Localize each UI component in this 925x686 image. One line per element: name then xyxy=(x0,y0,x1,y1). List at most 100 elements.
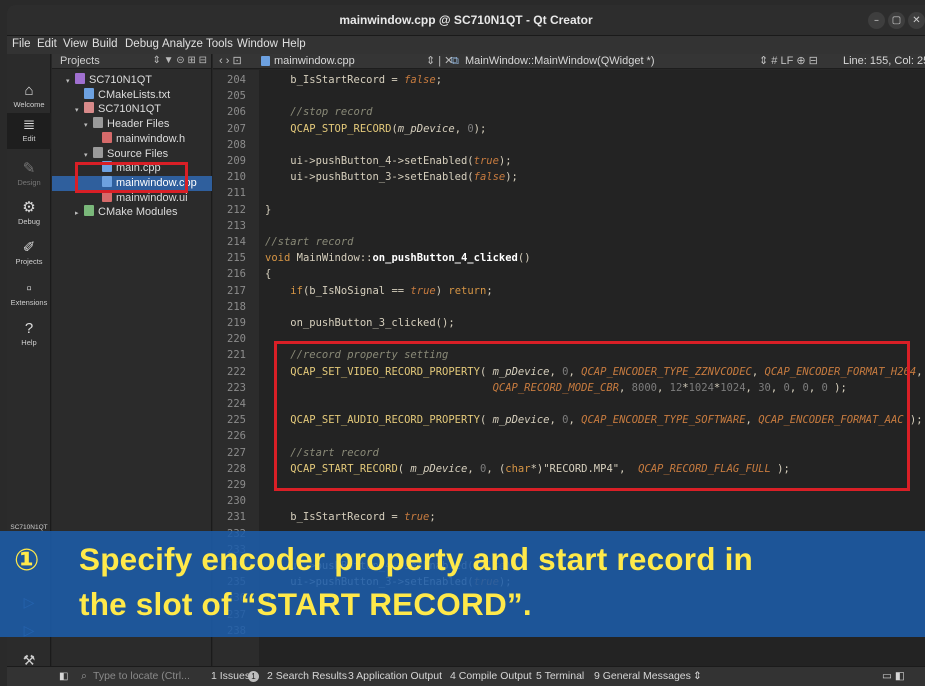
help-icon: ? xyxy=(24,320,34,337)
editor-toolbar: ‹ › ⊡ mainwindow.cpp ⇕ | ✕ ⧉ MainWindow:… xyxy=(213,54,925,69)
projects-panel-tools-icon[interactable]: ⇕ ▼ ⊝ ⊞ ⊟ xyxy=(152,54,207,68)
instruction-banner: ① Specify encoder property and start rec… xyxy=(0,531,925,637)
projects-panel-title[interactable]: Projects xyxy=(60,55,100,67)
maximize-button[interactable]: ▢ xyxy=(888,12,905,29)
file-type-icon xyxy=(75,73,85,84)
file-type-icon xyxy=(93,146,103,158)
search-icon: ⌕ xyxy=(81,670,87,682)
tree-item[interactable]: CMakeLists.txt xyxy=(52,87,212,103)
tree-item[interactable]: ▾ SC710N1QT xyxy=(52,102,212,117)
mode-welcome-label: Welcome xyxy=(13,100,45,109)
line-number: 214 xyxy=(227,236,246,248)
instruction-line-1: Specify encoder property and start recor… xyxy=(79,541,753,577)
line-number: 225 xyxy=(227,414,246,427)
symbol-icon: ⧉ xyxy=(451,55,459,67)
file-close-controls[interactable]: ⇕ | ✕ xyxy=(426,54,453,68)
code-line[interactable]: //start record xyxy=(265,236,354,248)
toggle-sidebar-icon[interactable]: ◧ xyxy=(59,667,68,686)
line-number: 226 xyxy=(227,430,246,443)
mode-help[interactable]: ? Help xyxy=(7,320,51,347)
tree-item[interactable]: mainwindow.h xyxy=(52,131,212,147)
tree-item-label: CMake Modules xyxy=(98,206,178,219)
general-messages-tab[interactable]: 9 General Messages xyxy=(594,667,691,686)
code-line[interactable]: { xyxy=(265,268,271,280)
tree-item-label: Header Files xyxy=(107,118,170,131)
mode-debug[interactable]: ⚙ Debug xyxy=(7,199,51,226)
search-results-tab[interactable]: 2 Search Results xyxy=(267,667,347,686)
code-line[interactable]: b_IsStartRecord = false; xyxy=(265,74,442,86)
code-line[interactable]: //stop record xyxy=(265,106,372,118)
kit-selector-label[interactable]: SC710N1QT xyxy=(7,524,51,531)
compile-output-tab[interactable]: 4 Compile Output xyxy=(450,667,532,686)
expand-arrow-icon[interactable]: ▸ xyxy=(75,206,84,221)
home-icon: ⌂ xyxy=(24,82,34,99)
menu-debug[interactable]: Debug xyxy=(125,38,159,50)
mode-edit-label: Edit xyxy=(22,134,36,143)
file-type-icon xyxy=(102,131,112,143)
menu-help[interactable]: Help xyxy=(282,38,306,50)
mode-edit[interactable]: ≣ Edit xyxy=(7,113,51,149)
code-line[interactable]: on_pushButton_3_clicked(); xyxy=(265,317,454,329)
tree-item[interactable]: ▾ SC710N1QT xyxy=(52,73,212,88)
tree-item-label: Source Files xyxy=(107,147,169,160)
tree-item[interactable]: ▾ Header Files xyxy=(52,117,212,132)
menu-build[interactable]: Build xyxy=(92,38,118,50)
code-line[interactable]: QCAP_STOP_RECORD(m_pDevice, 0); xyxy=(265,123,486,135)
line-number: 230 xyxy=(227,495,246,508)
code-line[interactable]: } xyxy=(265,204,271,216)
line-number: 216 xyxy=(227,268,246,281)
line-number: 221 xyxy=(227,349,246,362)
application-output-tab[interactable]: 3 Application Output xyxy=(348,667,442,686)
mode-extensions-label: Extensions xyxy=(10,298,48,307)
edit-icon: ≣ xyxy=(22,116,36,133)
file-type-icon xyxy=(93,117,103,129)
mode-projects[interactable]: ✐ Projects xyxy=(7,239,51,266)
line-number: 224 xyxy=(227,398,246,410)
tree-item[interactable]: ▸ CMake Modules xyxy=(52,205,212,220)
code-line[interactable]: b_IsStartRecord = true; xyxy=(265,511,435,523)
menu-edit[interactable]: Edit xyxy=(37,38,57,50)
code-line[interactable]: void MainWindow::on_pushButton_4_clicked… xyxy=(265,252,531,264)
more-panes-icon[interactable]: ⇕ xyxy=(693,667,702,686)
mode-welcome[interactable]: ⌂ Welcome xyxy=(7,82,51,109)
step-number: ① xyxy=(14,543,40,578)
menu-analyze[interactable]: Analyze xyxy=(162,38,203,50)
tree-item-label: mainwindow.h xyxy=(116,132,186,145)
terminal-tab[interactable]: 5 Terminal xyxy=(536,667,584,686)
line-number: 210 xyxy=(227,171,246,184)
bug-icon: ⚙ xyxy=(22,199,36,216)
line-number: 220 xyxy=(227,333,246,346)
code-line[interactable]: if(b_IsNoSignal == true) return; xyxy=(265,285,492,297)
highlight-box-mainwindow-cpp xyxy=(75,162,188,193)
cpp-file-icon xyxy=(261,56,270,66)
panel-toggle-icon[interactable]: ▭ ◧ xyxy=(882,667,905,686)
menu-view[interactable]: View xyxy=(63,38,88,50)
current-symbol[interactable]: MainWindow::MainWindow(QWidget *) xyxy=(465,54,655,68)
mode-debug-label: Debug xyxy=(17,217,41,226)
pencil-icon: ✎ xyxy=(22,160,36,177)
code-line[interactable]: ui->pushButton_3->setEnabled(false); xyxy=(265,171,518,183)
line-number: 205 xyxy=(227,90,246,103)
menu-window[interactable]: Window xyxy=(237,38,278,50)
mode-extensions[interactable]: ▫ Extensions xyxy=(7,280,51,307)
tree-item[interactable]: ▾ Source Files xyxy=(52,146,212,162)
file-type-icon xyxy=(84,87,94,99)
mode-help-label: Help xyxy=(21,338,37,347)
locator-input[interactable]: Type to locate (Ctrl... xyxy=(93,667,190,686)
line-number: 208 xyxy=(227,138,246,151)
cursor-position[interactable]: Line: 155, Col: 25 xyxy=(843,54,925,68)
code-line[interactable]: ui->pushButton_4->setEnabled(true); xyxy=(265,155,511,167)
issues-tab[interactable]: 1 Issues xyxy=(211,667,250,686)
tree-item-label: SC710N1QT xyxy=(98,103,161,116)
projects-panel-header: Projects ⇕ ▼ ⊝ ⊞ ⊟ xyxy=(52,54,211,69)
mode-design[interactable]: ✎ Design xyxy=(7,160,51,187)
open-file-name[interactable]: mainwindow.cpp xyxy=(274,54,355,68)
window-title: mainwindow.cpp @ SC710N1QT - Qt Creator xyxy=(339,13,593,27)
close-button[interactable]: ✕ xyxy=(908,12,925,29)
wrench-icon: ✐ xyxy=(22,239,36,256)
menu-tools[interactable]: Tools xyxy=(206,38,233,50)
editor-status-icons[interactable]: ⇕ # LF ⊕ ⊟ xyxy=(759,54,818,68)
minimize-button[interactable]: – xyxy=(868,12,885,29)
nav-back-forward-icon[interactable]: ‹ › ⊡ xyxy=(219,54,242,68)
menu-file[interactable]: File xyxy=(12,38,31,50)
